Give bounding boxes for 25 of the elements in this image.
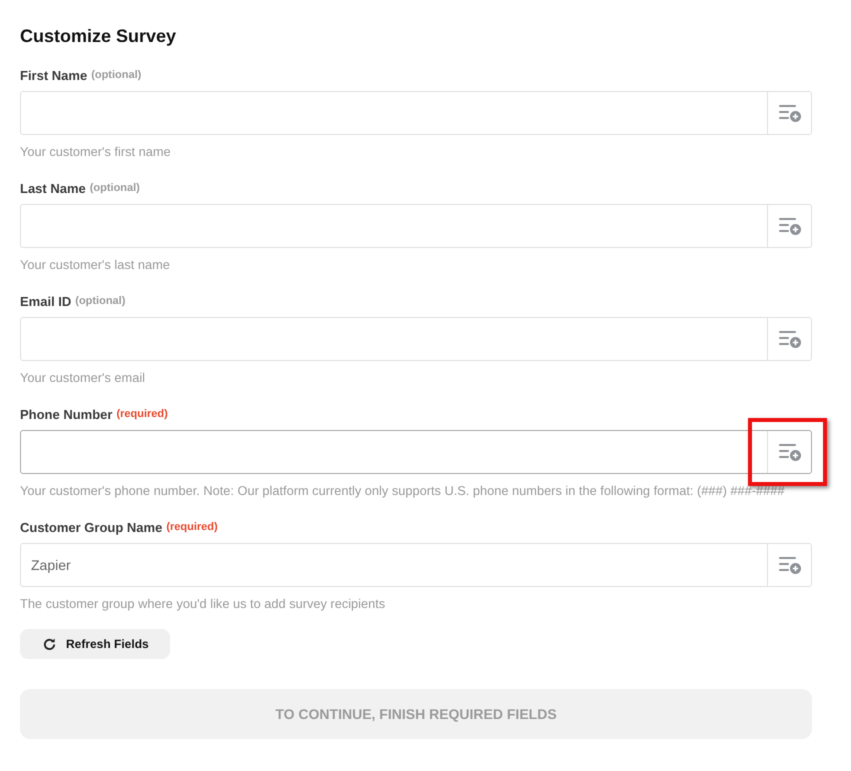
field-label: Last Name [20, 180, 86, 196]
list-plus-icon [778, 330, 800, 348]
list-plus-icon [778, 217, 800, 235]
list-plus-icon [778, 443, 800, 461]
requirement-tag: (required) [166, 521, 218, 533]
requirement-tag: (optional) [91, 69, 142, 81]
requirement-tag: (required) [116, 408, 168, 420]
field-hint: Your customer's phone number. Note: Our platform currently only supports U.S. phone numbers in the following format: (###) ###-#### [20, 483, 786, 499]
field-hint: Your customer's first name [20, 144, 172, 160]
input-field[interactable]: Zapier [20, 543, 812, 587]
input-field[interactable] [20, 430, 812, 474]
requirement-tag: (optional) [75, 295, 126, 307]
field-label: First Name [20, 68, 88, 82]
field-label: Email ID [20, 294, 72, 308]
field-label: Customer Group Name [20, 520, 162, 534]
list-plus-icon [778, 104, 800, 122]
field-hint: The customer group where you'd like us to add survey recipients [20, 596, 386, 612]
list-plus-icon [778, 556, 800, 574]
field-label: Phone Number [20, 406, 112, 422]
form-title: Customize Survey [20, 25, 178, 48]
field-hint: Your customer's last name [20, 257, 171, 273]
refresh-fields-button[interactable]: Refresh Fields [20, 629, 170, 659]
field-hint: Your customer's email [20, 370, 146, 386]
requirement-tag: (optional) [90, 182, 140, 194]
refresh-icon [43, 638, 56, 650]
